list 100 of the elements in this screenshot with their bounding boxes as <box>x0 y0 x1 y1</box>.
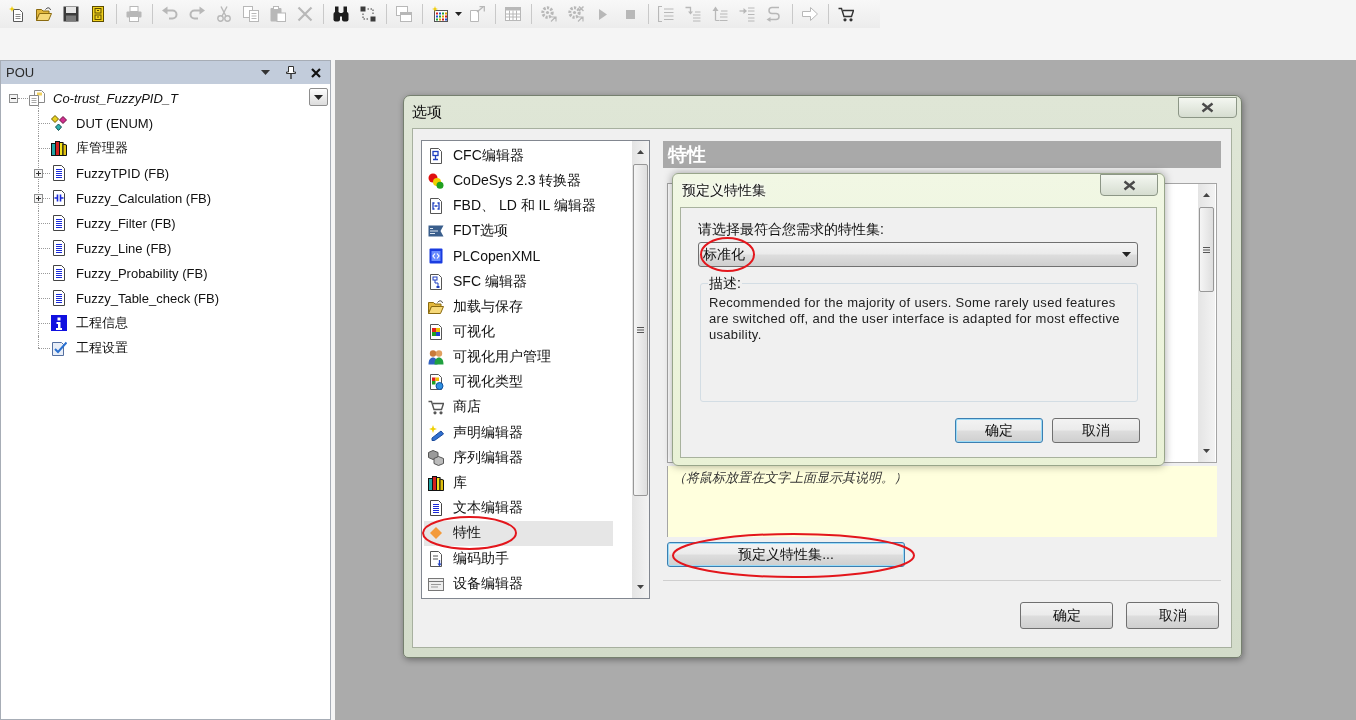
category-item[interactable]: 特性 <box>424 520 613 546</box>
users-icon <box>428 349 444 366</box>
scroll-up-arrow-icon[interactable] <box>637 150 644 154</box>
tree-item[interactable]: 工程设置 <box>76 339 128 357</box>
document-lines-icon <box>51 165 67 181</box>
cart-icon <box>428 399 444 416</box>
category-item[interactable]: SFC 编辑器 <box>424 268 613 295</box>
category-item[interactable]: 可视化 <box>424 319 613 345</box>
category-item[interactable]: PLCopenXML <box>424 243 613 269</box>
tree-item[interactable]: Fuzzy_Table_check (FB) <box>76 290 220 306</box>
category-item[interactable]: 文本编辑器 <box>424 495 613 521</box>
books-icon <box>428 475 444 492</box>
document-arrow-icon <box>428 550 444 567</box>
caret-icon <box>314 94 323 100</box>
tree-item[interactable]: FuzzyTPID (FB) <box>76 165 170 181</box>
category-item[interactable]: 编码助手 <box>424 546 613 572</box>
binoculars-icon[interactable] <box>333 6 349 22</box>
cancel-button[interactable]: 取消 <box>1126 602 1219 629</box>
description-text: Recommended for the majority of users. Some rarely used features are switched off, and the user interface is adapted for most effective usability. <box>709 295 1121 343</box>
document-brackets-icon <box>428 197 444 214</box>
info-icon <box>51 315 67 331</box>
preset-button[interactable]: 预定义特性集... <box>667 542 905 567</box>
cubes-icon <box>428 449 444 466</box>
category-item[interactable]: CFC编辑器 <box>424 143 613 169</box>
category-item[interactable]: FBD、 LD 和 IL 编辑器 <box>424 193 613 219</box>
tree-item[interactable]: Fuzzy_Probability (FB) <box>76 265 208 281</box>
hint-panel: （将鼠标放置在文字上面显示其说明。） <box>667 466 1217 537</box>
diamond-icon <box>430 527 442 540</box>
chip-icon <box>428 248 444 265</box>
document-flow-icon <box>428 273 444 290</box>
document-blocks-icon <box>428 147 444 164</box>
caret-icon[interactable] <box>261 70 270 75</box>
books-icon <box>51 140 67 156</box>
window-icon <box>428 575 444 592</box>
category-item[interactable]: 商店 <box>424 394 613 421</box>
tree-menu-button[interactable] <box>309 88 328 106</box>
scrollbar[interactable] <box>632 141 649 598</box>
category-item[interactable]: 可视化类型 <box>424 369 613 395</box>
document-lines-icon <box>51 265 67 281</box>
dialog-title: 选项 <box>412 102 443 122</box>
scroll-up-arrow-icon[interactable] <box>1203 193 1210 197</box>
category-item[interactable]: 设备编辑器 <box>424 571 613 597</box>
tree-item[interactable]: Fuzzy_Line (FB) <box>76 240 172 256</box>
scroll-down-arrow-icon[interactable] <box>637 585 644 589</box>
grip-icon <box>1203 246 1210 253</box>
expand-icon[interactable] <box>34 193 43 203</box>
description-label: 描述: <box>708 275 742 292</box>
cabinet-icon[interactable] <box>90 6 106 22</box>
page-header: 特性 <box>663 141 1221 168</box>
category-item[interactable]: 库 <box>424 470 613 496</box>
tree-item[interactable]: DUT (ENUM) <box>76 115 154 131</box>
scrollbar-thumb[interactable] <box>633 164 648 496</box>
document-lines-icon <box>428 500 444 517</box>
tree-item[interactable]: Co-trust_FuzzyPID_T <box>53 90 178 106</box>
tree-item[interactable]: Fuzzy_Calculation (FB) <box>76 190 212 206</box>
cancel-button[interactable]: 取消 <box>1052 418 1140 443</box>
document-lines-icon <box>51 240 67 256</box>
tree-item[interactable]: 库管理器 <box>76 139 128 157</box>
document-squares-icon <box>428 323 444 340</box>
category-item[interactable]: CoDeSys 2.3 转换器 <box>424 168 613 194</box>
scrollbar[interactable] <box>1198 184 1215 462</box>
replace-icon[interactable] <box>360 6 376 22</box>
colored-circles-icon <box>428 172 444 189</box>
open-folder-icon[interactable] <box>36 6 52 22</box>
collapse-icon[interactable] <box>9 93 18 103</box>
close-icon <box>1201 102 1214 113</box>
open-folder-icon <box>428 298 444 315</box>
caret-icon <box>1122 252 1131 257</box>
ok-button[interactable]: 确定 <box>1020 602 1113 629</box>
pin-icon[interactable] <box>286 66 296 79</box>
grip-icon <box>637 327 644 333</box>
grid-sparkle-icon[interactable] <box>432 6 448 22</box>
tree-item[interactable]: Fuzzy_Filter (FB) <box>76 215 176 231</box>
document-check-icon <box>51 340 67 356</box>
close-button[interactable] <box>1100 174 1158 196</box>
contact-document-icon <box>51 190 67 206</box>
category-item[interactable]: 可视化用户管理 <box>424 344 613 370</box>
scrollbar-thumb[interactable] <box>1199 207 1214 292</box>
shapes-icon <box>51 115 67 131</box>
category-item[interactable]: FDT选项 <box>424 218 613 244</box>
tree-item[interactable]: 工程信息 <box>76 314 128 332</box>
category-item[interactable]: 加载与保存 <box>424 294 613 320</box>
panel-title: POU <box>6 65 36 80</box>
document-globe-icon <box>428 374 444 391</box>
dialog-title: 预定义特性集 <box>681 181 767 200</box>
banner-icon <box>428 223 444 240</box>
cart-icon[interactable] <box>838 6 854 22</box>
scroll-down-arrow-icon[interactable] <box>1203 449 1210 453</box>
close-icon[interactable] <box>311 67 321 78</box>
category-item[interactable]: 声明编辑器 <box>424 420 613 446</box>
close-button[interactable] <box>1178 97 1237 118</box>
documents-icon <box>29 90 45 106</box>
document-lines-icon <box>51 290 67 306</box>
new-file-icon[interactable] <box>9 6 25 22</box>
category-item[interactable]: 序列编辑器 <box>424 445 613 471</box>
preset-dropdown[interactable]: 标准化 <box>698 242 1138 267</box>
expand-icon[interactable] <box>34 168 43 178</box>
caret-icon[interactable] <box>455 12 462 16</box>
ok-button[interactable]: 确定 <box>955 418 1043 443</box>
prompt-label: 请选择最符合您需求的特性集: <box>698 220 885 238</box>
